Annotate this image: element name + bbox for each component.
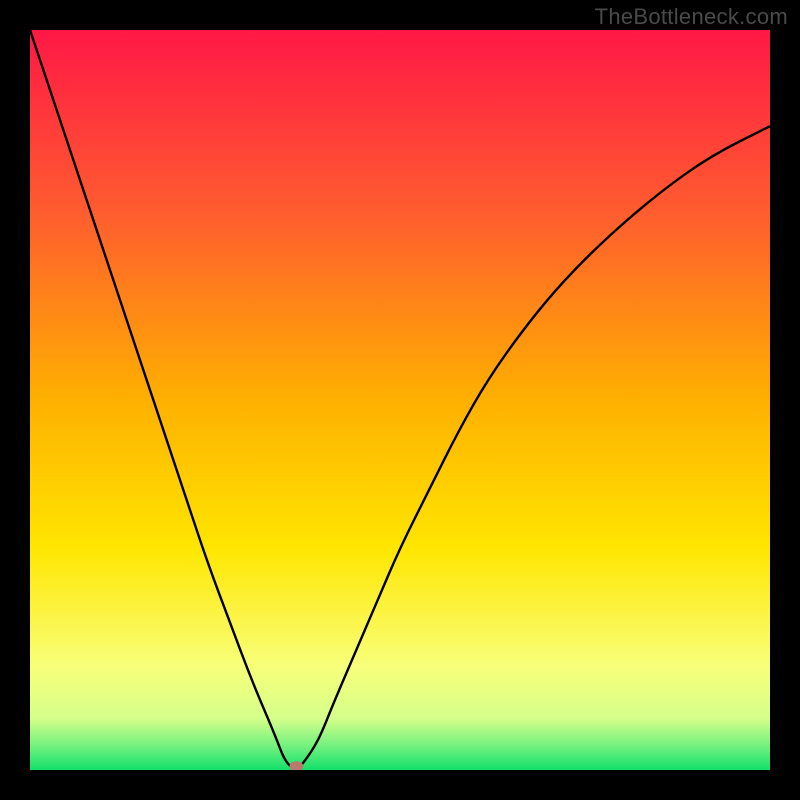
watermark-text: TheBottleneck.com (595, 4, 788, 30)
chart-container (30, 30, 770, 770)
bottleneck-chart (30, 30, 770, 770)
chart-background (30, 30, 770, 770)
